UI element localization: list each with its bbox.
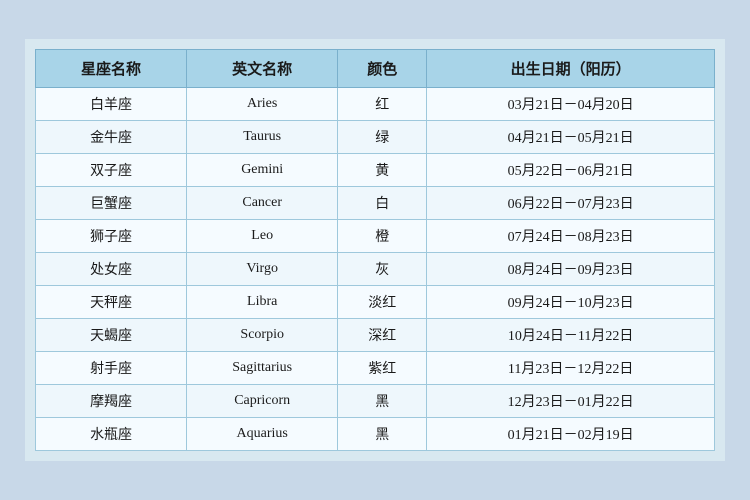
header-chinese-name: 星座名称 [36,50,187,88]
cell-chinese-name: 天秤座 [36,286,187,319]
cell-date: 07月24日－08月23日 [427,220,715,253]
header-color: 颜色 [338,50,427,88]
cell-color: 灰 [338,253,427,286]
cell-color: 深红 [338,319,427,352]
cell-date: 11月23日－12月22日 [427,352,715,385]
cell-english-name: Taurus [187,121,338,154]
cell-chinese-name: 巨蟹座 [36,187,187,220]
cell-color: 紫红 [338,352,427,385]
cell-date: 01月21日－02月19日 [427,418,715,451]
cell-chinese-name: 双子座 [36,154,187,187]
cell-date: 09月24日－10月23日 [427,286,715,319]
cell-chinese-name: 水瓶座 [36,418,187,451]
cell-english-name: Scorpio [187,319,338,352]
cell-color: 黄 [338,154,427,187]
table-row: 射手座Sagittarius紫红11月23日－12月22日 [36,352,715,385]
cell-chinese-name: 白羊座 [36,88,187,121]
cell-chinese-name: 狮子座 [36,220,187,253]
table-container: 星座名称 英文名称 颜色 出生日期（阳历） 白羊座Aries红03月21日－04… [25,39,725,461]
cell-english-name: Aries [187,88,338,121]
cell-color: 黑 [338,385,427,418]
cell-date: 05月22日－06月21日 [427,154,715,187]
cell-color: 红 [338,88,427,121]
table-row: 天蝎座Scorpio深红10月24日－11月22日 [36,319,715,352]
cell-color: 橙 [338,220,427,253]
table-row: 天秤座Libra淡红09月24日－10月23日 [36,286,715,319]
table-row: 水瓶座Aquarius黑01月21日－02月19日 [36,418,715,451]
cell-chinese-name: 处女座 [36,253,187,286]
table-row: 摩羯座Capricorn黑12月23日－01月22日 [36,385,715,418]
cell-chinese-name: 金牛座 [36,121,187,154]
cell-english-name: Leo [187,220,338,253]
table-row: 双子座Gemini黄05月22日－06月21日 [36,154,715,187]
cell-color: 淡红 [338,286,427,319]
cell-color: 绿 [338,121,427,154]
cell-english-name: Cancer [187,187,338,220]
cell-chinese-name: 射手座 [36,352,187,385]
table-row: 金牛座Taurus绿04月21日－05月21日 [36,121,715,154]
cell-date: 10月24日－11月22日 [427,319,715,352]
cell-date: 12月23日－01月22日 [427,385,715,418]
cell-english-name: Aquarius [187,418,338,451]
cell-color: 黑 [338,418,427,451]
header-date: 出生日期（阳历） [427,50,715,88]
cell-chinese-name: 摩羯座 [36,385,187,418]
cell-english-name: Capricorn [187,385,338,418]
table-row: 巨蟹座Cancer白06月22日－07月23日 [36,187,715,220]
cell-english-name: Gemini [187,154,338,187]
cell-chinese-name: 天蝎座 [36,319,187,352]
table-row: 白羊座Aries红03月21日－04月20日 [36,88,715,121]
cell-date: 08月24日－09月23日 [427,253,715,286]
cell-english-name: Virgo [187,253,338,286]
cell-date: 04月21日－05月21日 [427,121,715,154]
cell-english-name: Sagittarius [187,352,338,385]
header-english-name: 英文名称 [187,50,338,88]
cell-date: 03月21日－04月20日 [427,88,715,121]
table-header-row: 星座名称 英文名称 颜色 出生日期（阳历） [36,50,715,88]
cell-date: 06月22日－07月23日 [427,187,715,220]
cell-color: 白 [338,187,427,220]
cell-english-name: Libra [187,286,338,319]
zodiac-table: 星座名称 英文名称 颜色 出生日期（阳历） 白羊座Aries红03月21日－04… [35,49,715,451]
table-row: 狮子座Leo橙07月24日－08月23日 [36,220,715,253]
table-row: 处女座Virgo灰08月24日－09月23日 [36,253,715,286]
